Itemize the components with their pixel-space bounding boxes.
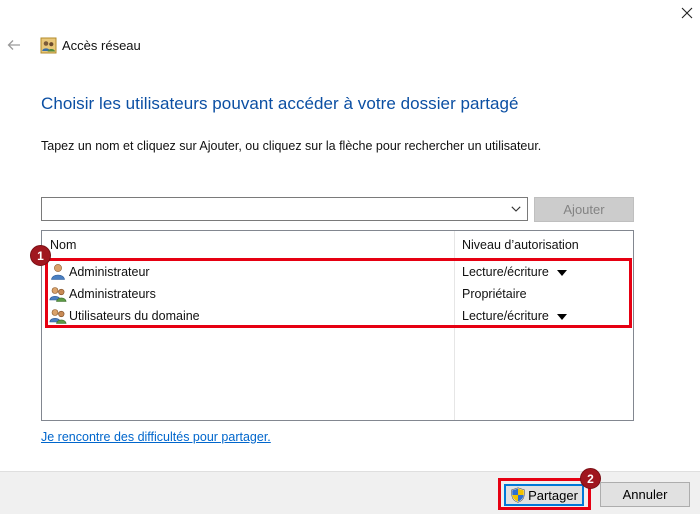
list-item[interactable]: Utilisateurs du domaine Lecture/écriture — [42, 305, 633, 327]
permission-level-text: Lecture/écriture — [462, 309, 549, 323]
user-name: Administrateurs — [69, 287, 156, 301]
window-title: Accès réseau — [62, 38, 141, 53]
chevron-down-icon — [511, 206, 521, 212]
page-title: Choisir les utilisateurs pouvant accéder… — [41, 94, 519, 113]
header-separator — [42, 258, 633, 259]
permission-level-dropdown[interactable]: Lecture/écriture — [462, 265, 567, 279]
share-button-label: Partager — [528, 487, 578, 503]
close-icon — [681, 7, 693, 19]
user-name-input[interactable] — [42, 198, 502, 220]
list-item[interactable]: Administrateurs Propriétaire — [42, 283, 633, 305]
user-name: Administrateur — [69, 265, 150, 279]
close-button[interactable] — [674, 0, 700, 26]
back-arrow-icon — [7, 40, 20, 50]
list-item[interactable]: Administrateur Lecture/écriture — [42, 261, 633, 283]
uac-shield-icon — [511, 487, 525, 503]
network-users-icon — [40, 37, 57, 54]
caret-down-icon — [556, 313, 567, 320]
combo-dropdown-button[interactable] — [509, 202, 523, 216]
column-header-name[interactable]: Nom — [50, 231, 76, 258]
annotation-badge-1: 1 — [30, 245, 51, 266]
single-user-icon — [51, 264, 65, 280]
cancel-button[interactable]: Annuler — [600, 482, 690, 507]
caret-down-icon — [556, 269, 567, 276]
users-list[interactable]: Nom Niveau d’autorisation Administrateur… — [41, 230, 634, 421]
user-group-icon — [49, 309, 67, 324]
annotation-badge-2: 2 — [580, 468, 601, 489]
help-link[interactable]: Je rencontre des difficultés pour partag… — [41, 430, 271, 444]
instructions-text: Tapez un nom et cliquez sur Ajouter, ou … — [41, 139, 542, 153]
user-name: Utilisateurs du domaine — [69, 309, 200, 323]
permission-level-dropdown[interactable]: Lecture/écriture — [462, 309, 567, 323]
back-button[interactable] — [5, 35, 23, 55]
column-header-permission-level[interactable]: Niveau d’autorisation — [462, 231, 579, 258]
share-button[interactable]: Partager — [504, 484, 584, 506]
add-button[interactable]: Ajouter — [534, 197, 634, 222]
user-group-icon — [49, 287, 67, 302]
permission-level-text: Lecture/écriture — [462, 265, 549, 279]
permission-level-text: Propriétaire — [462, 287, 527, 301]
user-combobox[interactable] — [41, 197, 528, 221]
